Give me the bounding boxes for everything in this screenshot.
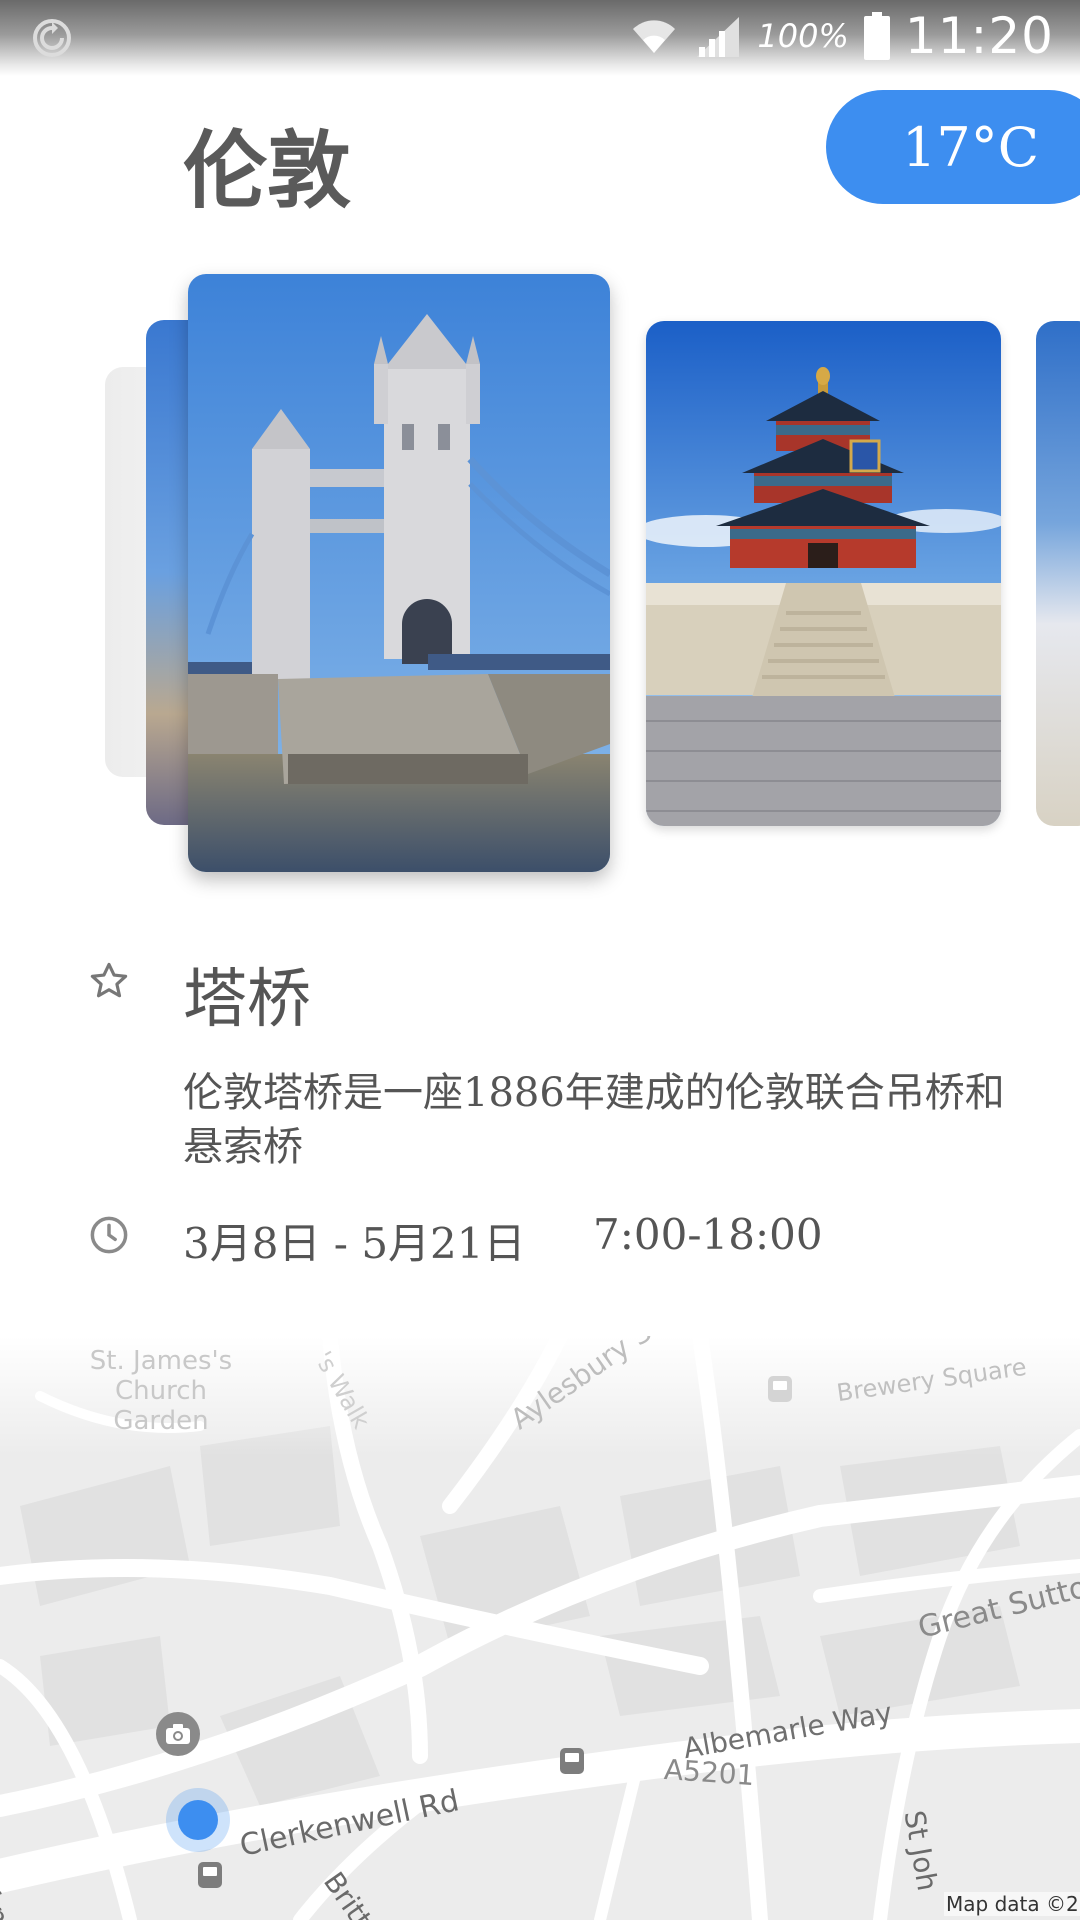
battery-icon <box>863 12 890 60</box>
map-label-a5201: A5201 <box>662 1752 756 1793</box>
status-bar: 100% 11:20 <box>0 0 1080 76</box>
open-date-range: 3月8日 - 5月21日 <box>183 1219 526 1268</box>
carousel-card-temple-of-heaven[interactable] <box>646 321 1001 826</box>
map-credit: Map data ©20 <box>944 1892 1080 1916</box>
signal-icon <box>697 17 740 57</box>
bus-stop-icon[interactable] <box>560 1748 584 1774</box>
camera-icon[interactable] <box>156 1712 200 1756</box>
star-icon[interactable] <box>88 960 130 1002</box>
map-view[interactable]: St. James's Church Garden 's Walk Aylesb… <box>0 1336 1080 1920</box>
temple-of-heaven-image <box>646 321 1001 826</box>
attraction-carousel[interactable] <box>0 270 1080 880</box>
carousel-card-tower-bridge[interactable] <box>188 274 610 872</box>
city-title: 伦敦 <box>183 122 352 220</box>
wifi-icon <box>633 20 676 53</box>
temperature-value: 17°C <box>902 115 1040 179</box>
attraction-description: 伦敦塔桥是一座1886年建成的伦敦联合吊桥和悬索桥 <box>183 1070 1005 1170</box>
bus-stop-icon[interactable] <box>768 1376 792 1402</box>
attraction-name: 塔桥 <box>183 963 311 1037</box>
clock-time: 11:20 <box>904 7 1054 65</box>
camera-glyph <box>166 1724 190 1744</box>
clock-icon <box>90 1216 128 1254</box>
map-label-church: St. James's Church Garden <box>89 1346 233 1436</box>
bus-stop-icon[interactable] <box>198 1862 222 1888</box>
carousel-card-next[interactable] <box>1036 321 1080 826</box>
opening-hours: 7:00-18:00 <box>593 1210 823 1259</box>
battery-percent: 100% <box>757 17 849 55</box>
sync-icon <box>33 19 71 57</box>
temperature-badge[interactable]: 17°C <box>826 90 1080 204</box>
current-location-icon <box>166 1788 230 1852</box>
tower-bridge-image <box>188 274 610 872</box>
